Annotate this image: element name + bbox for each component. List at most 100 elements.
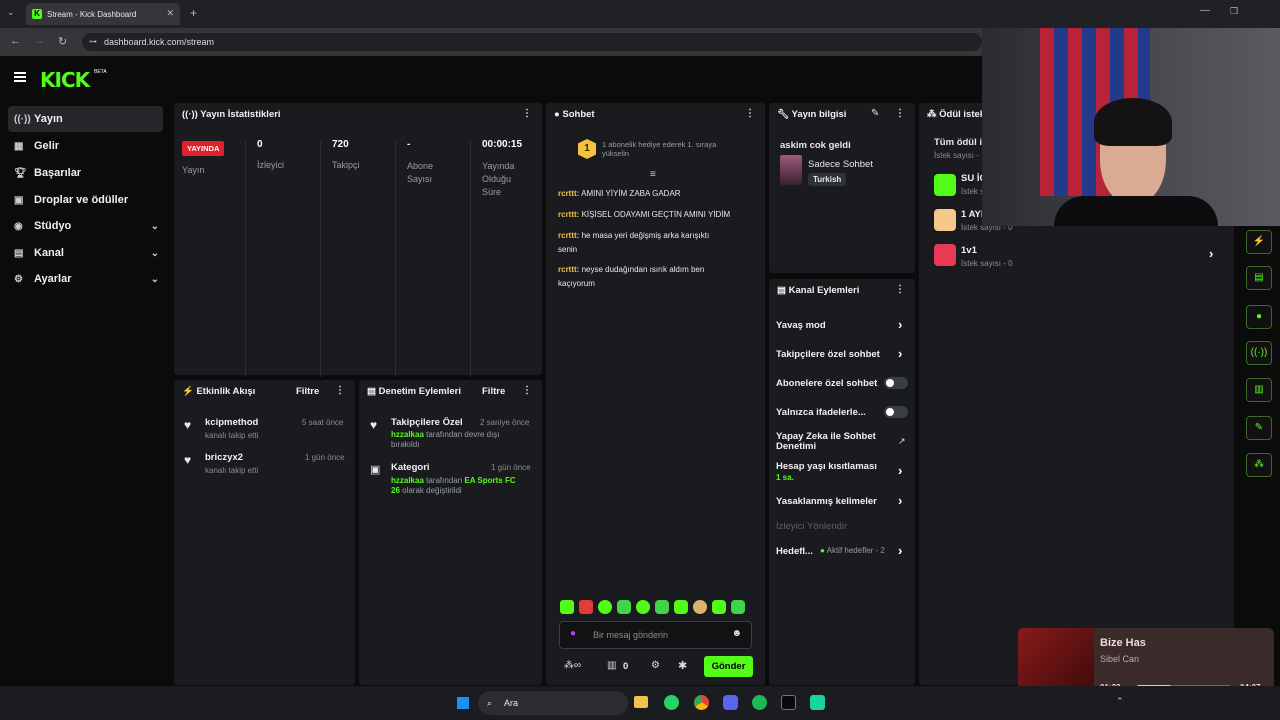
- sidebar-item-studyo[interactable]: ◉ Stüdyo ⌄: [8, 213, 163, 239]
- subs-only-toggle[interactable]: [884, 377, 908, 389]
- emoji-icon[interactable]: ☻: [731, 628, 742, 639]
- browser-tab[interactable]: K Stream - Kick Dashboard ✕: [26, 3, 180, 25]
- emote-icon[interactable]: [617, 600, 631, 614]
- all-rewards-title[interactable]: Tüm ödül is: [934, 137, 987, 148]
- emotes-only-toggle[interactable]: [884, 406, 908, 418]
- reward-name[interactable]: 1 AYI: [961, 209, 984, 220]
- forward-icon[interactable]: →: [34, 35, 45, 47]
- emote-icon[interactable]: [560, 600, 574, 614]
- heart-icon: ♥: [184, 453, 192, 467]
- send-button[interactable]: Gönder: [704, 656, 753, 677]
- store-icon[interactable]: ▥: [607, 660, 616, 671]
- category-name[interactable]: Sadece Sohbet: [808, 159, 873, 170]
- activity-filter-button[interactable]: Filtre: [296, 386, 319, 397]
- heart-icon: ♥: [370, 418, 378, 432]
- event-user[interactable]: kcipmethod: [205, 417, 258, 428]
- chevron-right-icon[interactable]: ›: [1209, 246, 1213, 261]
- ai-moderation-row[interactable]: Yapay Zeka ile Sohbet Denetimi: [776, 432, 876, 452]
- quick-action-doc-icon[interactable]: ▤: [1246, 266, 1272, 290]
- rewards-title: ⁂ Ödül istek: [927, 109, 986, 120]
- chevron-right-icon[interactable]: ›: [898, 543, 902, 558]
- tab-list-button[interactable]: ⌄: [7, 7, 15, 18]
- slow-mode-row[interactable]: Yavaş mod: [776, 320, 826, 331]
- followers-only-row[interactable]: Takipçilere özel sohbet: [776, 349, 880, 360]
- file-explorer-icon[interactable]: [634, 696, 648, 708]
- tray-chevron-icon[interactable]: ⌃: [1116, 696, 1124, 707]
- moderation-filter-button[interactable]: Filtre: [482, 386, 505, 397]
- timeout-icon[interactable]: ✱: [678, 659, 687, 672]
- channel-actions-menu-icon[interactable]: ⋮: [895, 284, 905, 295]
- edit-pencil-icon[interactable]: ✎: [871, 108, 879, 119]
- stream-info-menu-icon[interactable]: ⋮: [895, 108, 905, 119]
- external-link-icon[interactable]: ↗: [898, 436, 906, 447]
- chevron-right-icon[interactable]: ›: [898, 463, 902, 478]
- chrome-icon[interactable]: [694, 695, 709, 710]
- sidebar-item-kanal[interactable]: ▤ Kanal ⌄: [8, 240, 163, 266]
- subs-label: Abone Sayısı: [407, 161, 434, 184]
- close-tab-icon[interactable]: ✕: [166, 8, 174, 19]
- taskbar-search[interactable]: ⌕ Ara: [478, 691, 628, 715]
- account-age-row[interactable]: Hesap yaşı kısıtlaması: [776, 461, 877, 472]
- collapse-pinned-icon[interactable]: ≡: [650, 169, 656, 180]
- webcam-person-hair: [1094, 98, 1172, 146]
- sidebar-item-gelir[interactable]: ▦ Gelir: [8, 133, 163, 159]
- emote-icon[interactable]: [674, 600, 688, 614]
- emote-icon[interactable]: [598, 600, 612, 614]
- windows-start-icon[interactable]: [457, 697, 469, 709]
- sidebar-item-droplar[interactable]: ▣ Droplar ve ödüller: [8, 187, 163, 213]
- menu-icon[interactable]: [14, 72, 26, 82]
- quick-action-log-icon[interactable]: ▥: [1246, 378, 1272, 402]
- stat-divider: [245, 141, 246, 377]
- chat-menu-icon[interactable]: ⋮: [745, 108, 755, 119]
- moderation-menu-icon[interactable]: ⋮: [522, 385, 532, 396]
- new-tab-button[interactable]: +: [190, 6, 197, 20]
- live-label: Yayın: [182, 165, 205, 175]
- event-user[interactable]: briczyx2: [205, 452, 243, 463]
- site-info-icon[interactable]: ⊶: [89, 33, 97, 51]
- chat-input[interactable]: ● Bir mesaj gönderin ☻: [559, 621, 752, 649]
- chevron-right-icon[interactable]: ›: [898, 317, 902, 332]
- chevron-right-icon[interactable]: ›: [898, 346, 902, 361]
- microphone-icon[interactable]: ●: [570, 628, 576, 639]
- activity-menu-icon[interactable]: ⋮: [335, 385, 345, 396]
- chevron-right-icon[interactable]: ›: [898, 493, 902, 508]
- viewers-value: 0: [257, 139, 263, 150]
- emote-icon[interactable]: [655, 600, 669, 614]
- quick-action-broadcast-icon[interactable]: ((·)): [1246, 341, 1272, 365]
- restore-button[interactable]: ❐: [1230, 6, 1238, 17]
- kick-logo[interactable]: KICK: [40, 68, 90, 92]
- chat-title: ● Sohbet: [554, 109, 595, 120]
- reload-icon[interactable]: ↻: [58, 35, 67, 48]
- emote-icon[interactable]: [579, 600, 593, 614]
- goals-row[interactable]: Hedefl...: [776, 546, 813, 557]
- minimize-button[interactable]: —: [1200, 5, 1210, 16]
- chevron-down-icon: ⌄: [150, 247, 159, 259]
- rank-badge-icon: 1: [578, 139, 596, 159]
- reward-name[interactable]: 1v1: [961, 245, 977, 256]
- discord-icon[interactable]: [723, 695, 738, 710]
- sidebar-item-yayin[interactable]: ((·)) Yayın: [8, 106, 163, 132]
- app-icon[interactable]: [810, 695, 825, 710]
- obs-icon[interactable]: [781, 695, 796, 710]
- chat-settings-icon[interactable]: ⚙: [651, 660, 660, 671]
- emote-icon[interactable]: [693, 600, 707, 614]
- banned-words-row[interactable]: Yasaklanmış kelimeler: [776, 496, 877, 507]
- emote-icon[interactable]: [712, 600, 726, 614]
- activity-feed-panel: ⚡ Etkinlik Akışı Filtre ⋮ ♥ kcipmethod k…: [174, 380, 355, 685]
- mod-event-title: Takipçilere Özel: [391, 417, 463, 428]
- emote-icon[interactable]: [636, 600, 650, 614]
- stats-menu-icon[interactable]: ⋮: [522, 108, 532, 119]
- chat-message: rcrttt: AMINI YİYİM ZABA GADAR: [558, 189, 681, 198]
- spotify-icon[interactable]: [752, 695, 767, 710]
- back-icon[interactable]: ←: [10, 35, 21, 47]
- community-icon[interactable]: ⁂∞: [564, 660, 581, 671]
- quick-action-chat-icon[interactable]: ●: [1246, 305, 1272, 329]
- quick-action-rewards-icon[interactable]: ⁂: [1246, 453, 1272, 477]
- whatsapp-icon[interactable]: [664, 695, 679, 710]
- quick-action-wrench-icon[interactable]: ✎: [1246, 416, 1272, 440]
- sidebar-item-basarilar[interactable]: 🏆︎ Başarılar: [8, 160, 163, 186]
- quick-action-lightning-icon[interactable]: ⚡: [1246, 230, 1272, 254]
- url-field[interactable]: ⊶ dashboard.kick.com/stream: [82, 33, 982, 51]
- sidebar-item-ayarlar[interactable]: ⚙ Ayarlar ⌄: [8, 266, 163, 292]
- emote-icon[interactable]: [731, 600, 745, 614]
